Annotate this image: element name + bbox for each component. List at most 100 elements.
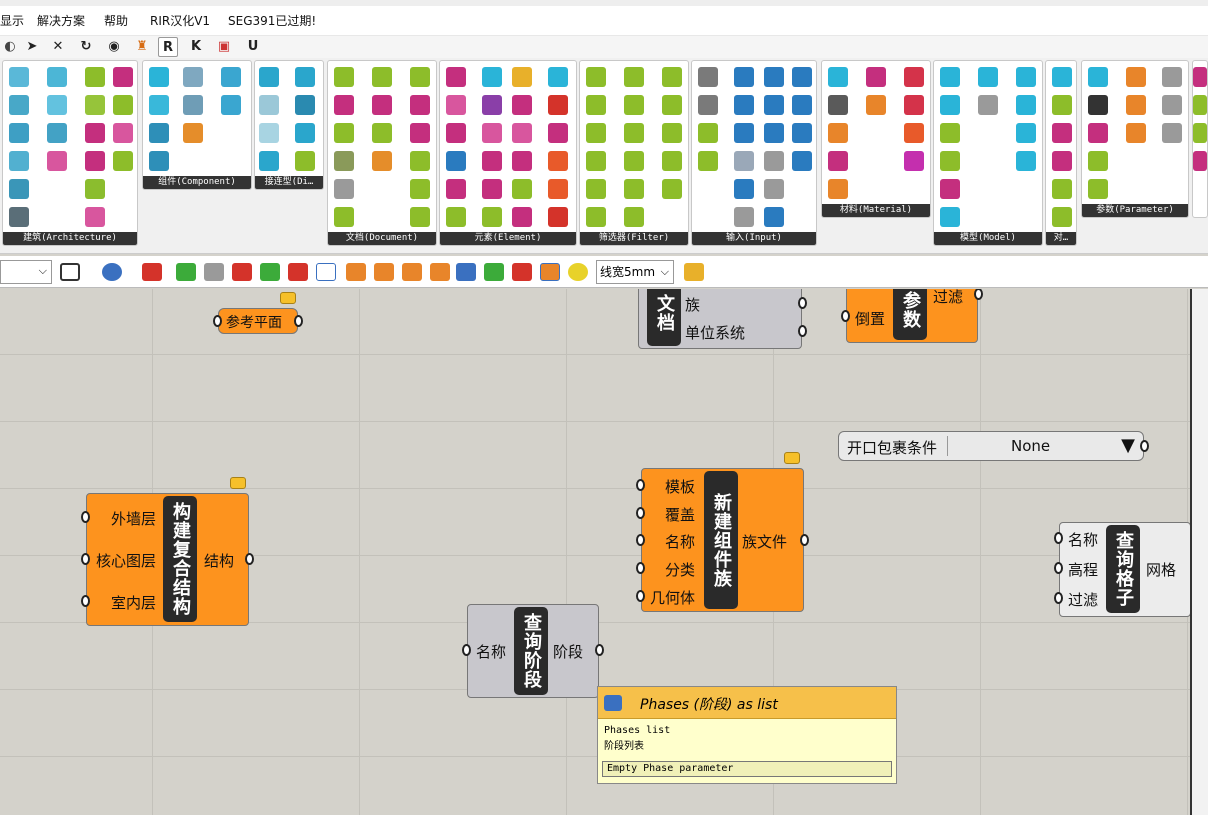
overflow-icon[interactable] — [1193, 95, 1207, 115]
input-icon[interactable] — [792, 151, 812, 171]
dimension-icon[interactable] — [259, 123, 279, 143]
document-icon[interactable] — [410, 95, 430, 115]
input-port[interactable] — [636, 562, 645, 574]
model-icon[interactable] — [940, 207, 960, 227]
toolbar-icon[interactable] — [568, 263, 588, 281]
filter-icon[interactable] — [624, 179, 644, 199]
input-icon[interactable] — [698, 95, 718, 115]
material-icon[interactable] — [828, 151, 848, 171]
material-icon[interactable] — [828, 67, 848, 87]
architecture-icon[interactable] — [9, 207, 29, 227]
element-icon[interactable] — [482, 95, 502, 115]
translate-icon[interactable] — [684, 263, 704, 281]
input-port[interactable] — [81, 511, 90, 523]
tab-k[interactable]: K — [186, 37, 206, 57]
architecture-icon[interactable] — [85, 67, 105, 87]
tab-icon-3[interactable]: ✕ — [48, 37, 68, 57]
object-icon[interactable] — [1052, 123, 1072, 143]
dimension-icon[interactable] — [259, 95, 279, 115]
material-icon[interactable] — [904, 67, 924, 87]
output-port[interactable] — [294, 315, 303, 327]
element-icon[interactable] — [548, 179, 568, 199]
input-icon[interactable] — [698, 151, 718, 171]
architecture-icon[interactable] — [9, 151, 29, 171]
toolbar-icon[interactable] — [484, 263, 504, 281]
input-icon[interactable] — [792, 67, 812, 87]
object-icon[interactable] — [1052, 151, 1072, 171]
element-icon[interactable] — [548, 123, 568, 143]
parameter-node[interactable]: 倒置 参数 过滤 — [841, 289, 983, 343]
menu-seg[interactable]: SEG391已过期! — [228, 12, 316, 29]
compound-structure-node[interactable]: 外墙层 核心图层 室内层 构建复合结构 结构 — [81, 493, 254, 626]
input-port[interactable] — [636, 479, 645, 491]
input-icon[interactable] — [764, 95, 784, 115]
architecture-icon[interactable] — [113, 95, 133, 115]
parameter-icon[interactable] — [1126, 123, 1146, 143]
architecture-icon[interactable] — [47, 95, 67, 115]
architecture-icon[interactable] — [85, 207, 105, 227]
document-icon[interactable] — [334, 179, 354, 199]
comment-balloon-icon[interactable] — [280, 292, 296, 304]
zoom-dropdown[interactable]: ⌵ — [0, 260, 52, 284]
tab-icon-4[interactable]: ↻ — [76, 37, 96, 57]
document-icon[interactable] — [410, 151, 430, 171]
input-port[interactable] — [1054, 562, 1063, 574]
input-port[interactable] — [81, 595, 90, 607]
menu-solutions[interactable]: 解决方案 — [37, 12, 85, 29]
toolbar-icon[interactable] — [374, 263, 394, 281]
comment-balloon-icon[interactable] — [784, 452, 800, 464]
input-icon[interactable] — [764, 179, 784, 199]
architecture-icon[interactable] — [85, 123, 105, 143]
toolbar-icon[interactable] — [346, 263, 366, 281]
input-icon[interactable] — [792, 123, 812, 143]
model-icon[interactable] — [1016, 151, 1036, 171]
input-port[interactable] — [81, 553, 90, 565]
parameter-icon[interactable] — [1126, 95, 1146, 115]
element-icon[interactable] — [548, 151, 568, 171]
input-icon[interactable] — [764, 67, 784, 87]
element-icon[interactable] — [512, 179, 532, 199]
input-icon[interactable] — [734, 95, 754, 115]
document-icon[interactable] — [410, 123, 430, 143]
parameter-icon[interactable] — [1088, 151, 1108, 171]
model-icon[interactable] — [940, 95, 960, 115]
object-icon[interactable] — [1052, 95, 1072, 115]
filter-icon[interactable] — [624, 207, 644, 227]
input-icon[interactable] — [734, 179, 754, 199]
architecture-icon[interactable] — [85, 151, 105, 171]
element-icon[interactable] — [512, 95, 532, 115]
parameter-icon[interactable] — [1126, 67, 1146, 87]
tab-icon-6[interactable]: ♜ — [132, 37, 152, 57]
document-icon[interactable] — [410, 207, 430, 227]
query-grid-node[interactable]: 名称 高程 过滤 查询格子 网格 — [1054, 522, 1190, 617]
input-icon[interactable] — [698, 123, 718, 143]
element-icon[interactable] — [482, 123, 502, 143]
element-icon[interactable] — [512, 67, 532, 87]
model-icon[interactable] — [1016, 67, 1036, 87]
model-icon[interactable] — [940, 179, 960, 199]
output-port[interactable] — [798, 297, 807, 309]
document-icon[interactable] — [372, 123, 392, 143]
tab-icon-2[interactable]: ➤ — [22, 37, 42, 57]
menu-rir[interactable]: RIR汉化V1 — [150, 12, 210, 29]
input-icon[interactable] — [792, 95, 812, 115]
document-icon[interactable] — [334, 95, 354, 115]
output-port[interactable] — [800, 534, 809, 546]
input-port[interactable] — [636, 590, 645, 602]
architecture-icon[interactable] — [113, 123, 133, 143]
architecture-icon[interactable] — [47, 67, 67, 87]
document-node[interactable]: 文档 族 单位系统 — [638, 289, 807, 349]
document-icon[interactable] — [334, 207, 354, 227]
document-icon[interactable] — [372, 151, 392, 171]
preview-eye-icon[interactable] — [102, 263, 122, 281]
model-icon[interactable] — [1016, 123, 1036, 143]
filter-icon[interactable] — [624, 67, 644, 87]
document-icon[interactable] — [334, 67, 354, 87]
element-icon[interactable] — [446, 67, 466, 87]
toolbar-icon[interactable] — [512, 263, 532, 281]
filter-icon[interactable] — [624, 151, 644, 171]
document-icon[interactable] — [334, 123, 354, 143]
filter-icon[interactable] — [586, 207, 606, 227]
toolbar-icon[interactable] — [176, 263, 196, 281]
output-port[interactable] — [798, 325, 807, 337]
